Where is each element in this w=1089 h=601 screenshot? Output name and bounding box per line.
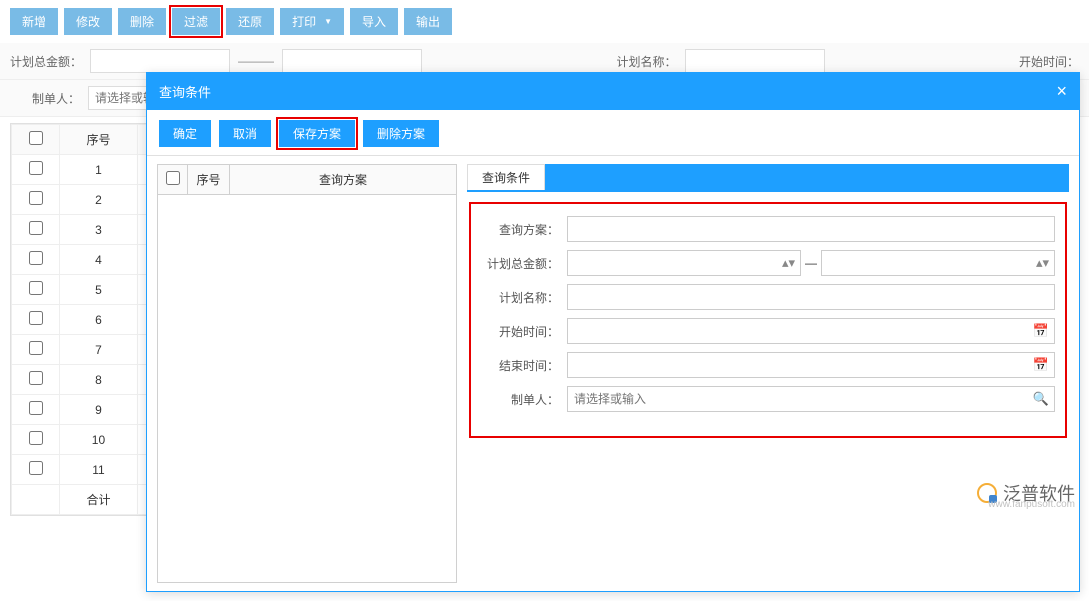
row-seq: 8 <box>60 365 138 395</box>
row-seq: 10 <box>60 425 138 455</box>
tab-bar: 查询条件 <box>467 164 1069 192</box>
plan-seq-header: 序号 <box>188 165 230 194</box>
main-toolbar: 新增 修改 删除 过滤 还原 打印 导入 输出 <box>0 0 1089 43</box>
range-dash: ——— <box>238 54 274 68</box>
plan-name-label: 计划名称： <box>607 53 677 70</box>
modal-title: 查询条件 <box>159 82 211 101</box>
brand-url: www.fanpusoft.com <box>988 499 1075 510</box>
total-amount-min-input[interactable] <box>90 49 230 73</box>
row-seq: 5 <box>60 275 138 305</box>
row-seq: 3 <box>60 215 138 245</box>
plan-list-panel: 序号 查询方案 <box>157 164 457 583</box>
plan-name-header: 查询方案 <box>230 165 456 194</box>
cancel-button[interactable]: 取消 <box>219 120 271 147</box>
form-start-input[interactable] <box>567 318 1055 344</box>
tab-spacer <box>545 164 1069 190</box>
creator-label: 制单人： <box>10 90 80 107</box>
row-checkbox[interactable] <box>29 401 43 415</box>
edit-button[interactable]: 修改 <box>64 8 112 35</box>
form-plan-input[interactable] <box>567 216 1055 242</box>
form-name-label: 计划名称： <box>481 289 559 306</box>
spinner-icon[interactable]: ▴▾ <box>1036 255 1049 271</box>
form-total-max-input[interactable] <box>821 250 1055 276</box>
row-seq: 1 <box>60 155 138 185</box>
row-checkbox[interactable] <box>29 371 43 385</box>
form-end-input[interactable] <box>567 352 1055 378</box>
modal-toolbar: 确定 取消 保存方案 删除方案 <box>147 110 1079 156</box>
row-seq: 9 <box>60 395 138 425</box>
select-all-checkbox[interactable] <box>29 131 43 145</box>
row-seq: 7 <box>60 335 138 365</box>
plan-select-all-checkbox[interactable] <box>166 171 180 185</box>
total-amount-label: 计划总金额： <box>10 53 82 70</box>
form-start-label: 开始时间： <box>481 323 559 340</box>
total-amount-max-input[interactable] <box>282 49 422 73</box>
export-button[interactable]: 输出 <box>404 8 452 35</box>
save-plan-button[interactable]: 保存方案 <box>279 120 355 147</box>
form-total-min-input[interactable] <box>567 250 801 276</box>
close-icon[interactable]: × <box>1056 81 1067 102</box>
calendar-icon[interactable]: 📅 <box>1033 323 1049 339</box>
plan-list-body <box>158 195 456 582</box>
row-checkbox[interactable] <box>29 461 43 475</box>
delete-button[interactable]: 删除 <box>118 8 166 35</box>
row-checkbox[interactable] <box>29 281 43 295</box>
row-checkbox[interactable] <box>29 311 43 325</box>
row-checkbox[interactable] <box>29 161 43 175</box>
row-checkbox[interactable] <box>29 251 43 265</box>
spinner-icon[interactable]: ▴▾ <box>782 255 795 271</box>
query-modal: 查询条件 × 确定 取消 保存方案 删除方案 序号 查询方案 查询条件 查询方案… <box>146 72 1080 592</box>
condition-panel: 查询条件 查询方案： 计划总金额： ▴▾ — ▴▾ 计划名称： <box>467 164 1069 583</box>
tab-query-condition[interactable]: 查询条件 <box>467 164 545 190</box>
range-dash: — <box>805 256 817 270</box>
form-end-label: 结束时间： <box>481 357 559 374</box>
row-seq: 4 <box>60 245 138 275</box>
form-plan-label: 查询方案： <box>481 221 559 238</box>
import-button[interactable]: 导入 <box>350 8 398 35</box>
print-button[interactable]: 打印 <box>280 8 344 35</box>
row-checkbox[interactable] <box>29 341 43 355</box>
modal-header: 查询条件 × <box>147 73 1079 110</box>
row-checkbox[interactable] <box>29 221 43 235</box>
restore-button[interactable]: 还原 <box>226 8 274 35</box>
row-checkbox[interactable] <box>29 191 43 205</box>
query-form: 查询方案： 计划总金额： ▴▾ — ▴▾ 计划名称： 开始时间： <box>469 202 1067 438</box>
watermark: 泛普软件 www.fanpusoft.com <box>977 480 1075 506</box>
start-time-label: 开始时间： <box>1009 53 1079 70</box>
seq-header: 序号 <box>60 125 138 155</box>
form-total-label: 计划总金额： <box>481 255 559 272</box>
row-seq: 6 <box>60 305 138 335</box>
filter-button[interactable]: 过滤 <box>172 8 220 35</box>
form-creator-input[interactable] <box>567 386 1055 412</box>
calendar-icon[interactable]: 📅 <box>1033 357 1049 373</box>
form-creator-label: 制单人： <box>481 391 559 408</box>
search-icon[interactable]: 🔍 <box>1033 391 1049 407</box>
delete-plan-button[interactable]: 删除方案 <box>363 120 439 147</box>
plan-name-input[interactable] <box>685 49 825 73</box>
row-seq: 2 <box>60 185 138 215</box>
ok-button[interactable]: 确定 <box>159 120 211 147</box>
new-button[interactable]: 新增 <box>10 8 58 35</box>
row-checkbox[interactable] <box>29 431 43 445</box>
row-seq: 11 <box>60 455 138 485</box>
total-label: 合计 <box>60 485 138 515</box>
form-name-input[interactable] <box>567 284 1055 310</box>
